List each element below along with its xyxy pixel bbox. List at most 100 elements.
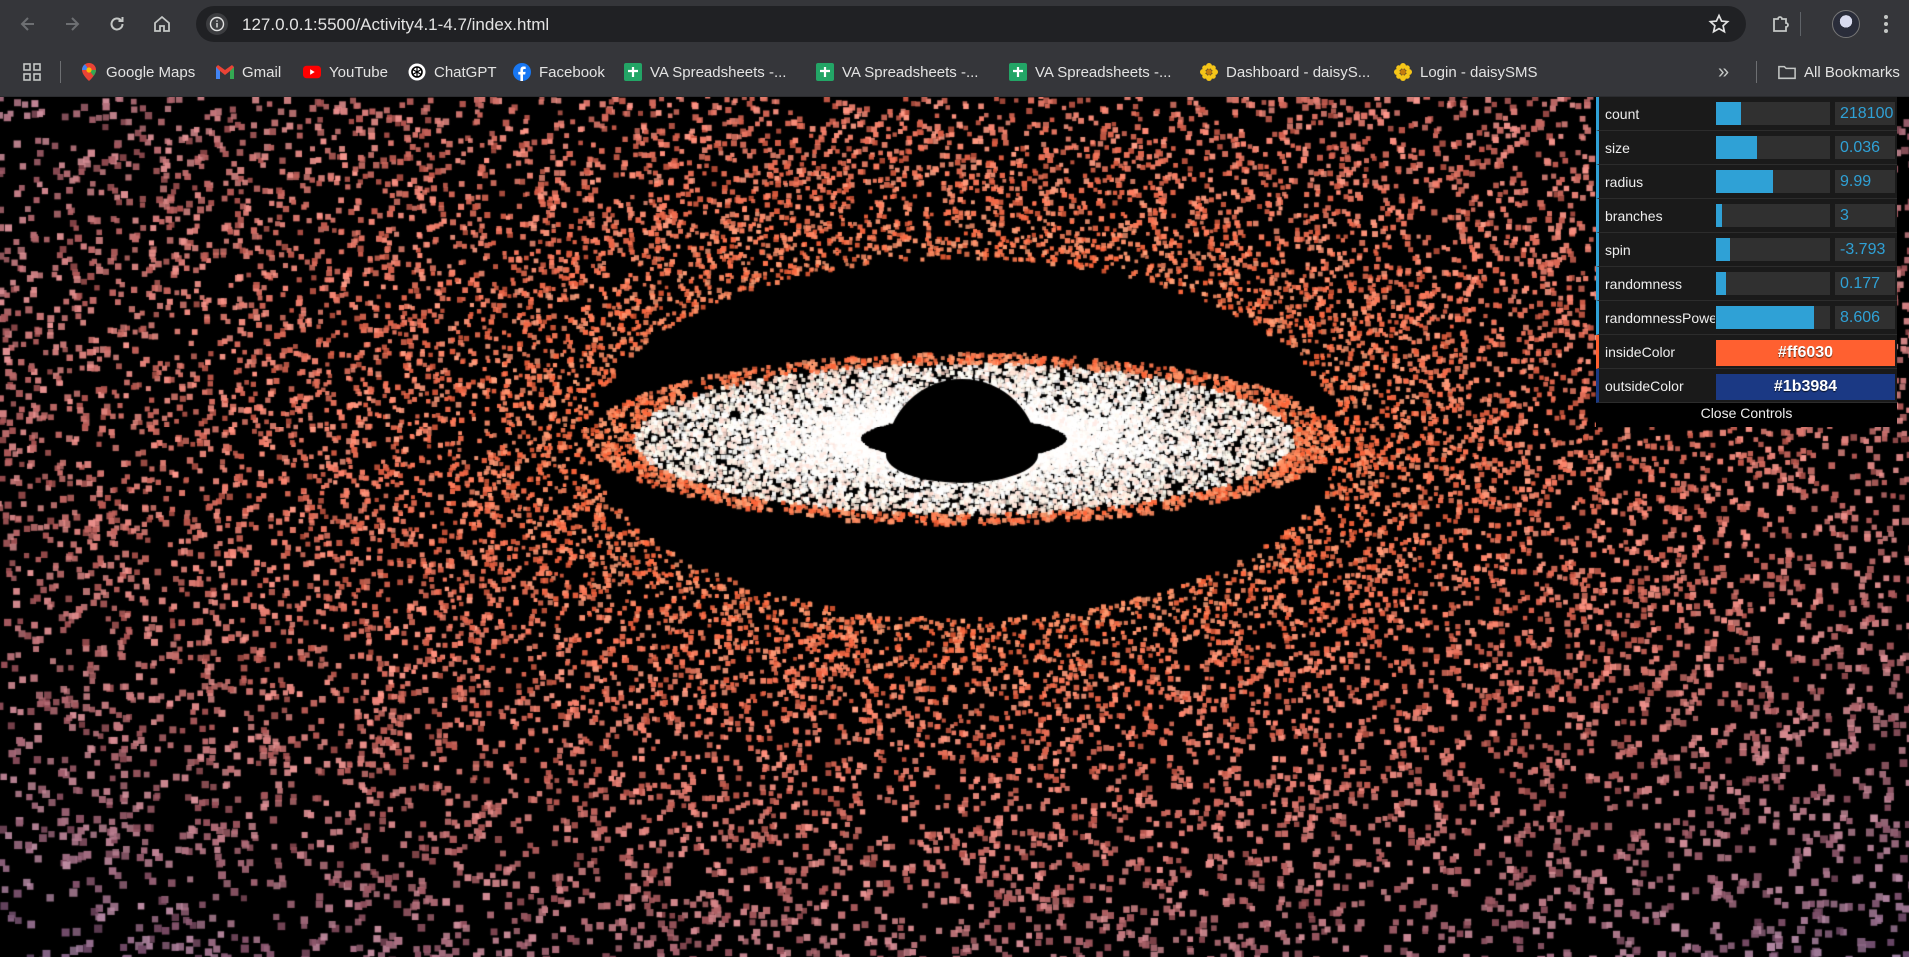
star-icon[interactable] — [1708, 13, 1730, 40]
bookmark-label: Login - daisySMS — [1420, 63, 1538, 81]
controls-panel: count 218100 size 0.036 radius 9.99 bran… — [1596, 97, 1897, 427]
google-maps-icon — [80, 63, 98, 81]
kebab-menu-icon — [1884, 15, 1888, 33]
home-button[interactable] — [148, 10, 176, 38]
profile-button[interactable] — [1832, 10, 1860, 38]
all-bookmarks-label: All Bookmarks — [1804, 63, 1900, 81]
chevron-double-right-icon: » — [1718, 60, 1730, 83]
control-label: spin — [1605, 242, 1631, 258]
bookmark-label: ChatGPT — [434, 63, 497, 81]
control-label: radius — [1605, 174, 1644, 190]
outside-color-picker[interactable]: #1b3984 — [1716, 374, 1895, 400]
bookmark-login-daisysms[interactable]: Login - daisySMS — [1394, 59, 1538, 85]
close-controls-button[interactable]: Close Controls — [1596, 403, 1897, 427]
randomness-input[interactable]: 0.177 — [1835, 272, 1895, 295]
url-text[interactable]: 127.0.0.1:5500/Activity4.1-4.7/index.htm… — [242, 15, 549, 35]
arrow-right-icon — [66, 17, 80, 31]
arrow-left-icon — [20, 17, 34, 31]
control-randomness[interactable]: randomness 0.177 — [1596, 267, 1897, 301]
control-spin[interactable]: spin -3.793 — [1596, 233, 1897, 267]
reload-button[interactable] — [103, 10, 131, 38]
branches-slider[interactable] — [1716, 204, 1830, 227]
bookmarks-divider — [60, 61, 61, 83]
bookmark-label: YouTube — [329, 63, 388, 81]
control-label: count — [1605, 106, 1640, 122]
daisy-icon — [1394, 63, 1412, 81]
bookmark-facebook[interactable]: Facebook — [513, 59, 605, 85]
gmail-icon — [216, 63, 234, 81]
slider-fill — [1716, 306, 1815, 329]
randomness-slider[interactable] — [1716, 272, 1830, 295]
bookmark-va-spreadsheets-1[interactable]: VA Spreadsheets -... — [624, 59, 786, 85]
control-branches[interactable]: branches 3 — [1596, 199, 1897, 233]
radius-input[interactable]: 9.99 — [1835, 170, 1895, 193]
control-label: insideColor — [1605, 344, 1676, 360]
info-icon[interactable] — [206, 13, 228, 35]
bookmark-dashboard-daisysms[interactable]: Dashboard - daisyS... — [1200, 59, 1370, 85]
bookmark-label: VA Spreadsheets -... — [842, 63, 979, 81]
toolbar-divider — [1800, 12, 1801, 36]
control-inside-color[interactable]: insideColor #ff6030 — [1596, 335, 1897, 369]
bookmark-label: Google Maps — [106, 63, 196, 81]
size-slider[interactable] — [1716, 136, 1830, 159]
home-icon — [154, 15, 170, 32]
daisy-icon — [1200, 63, 1218, 81]
bookmarks-overflow-button[interactable]: » — [1718, 59, 1729, 85]
count-slider[interactable] — [1716, 102, 1830, 125]
bookmark-va-spreadsheets-2[interactable]: VA Spreadsheets -... — [816, 59, 978, 85]
bookmark-google-maps[interactable]: Google Maps — [80, 59, 195, 85]
control-size[interactable]: size 0.036 — [1596, 131, 1897, 165]
bookmark-label: VA Spreadsheets -... — [1035, 63, 1172, 81]
puzzle-icon — [1773, 16, 1789, 32]
spin-slider[interactable] — [1716, 238, 1830, 261]
bookmarks-divider — [1756, 61, 1757, 83]
inside-color-picker[interactable]: #ff6030 — [1716, 340, 1895, 366]
control-radius[interactable]: radius 9.99 — [1596, 165, 1897, 199]
branches-input[interactable]: 3 — [1835, 204, 1895, 227]
reload-icon — [110, 17, 124, 31]
back-button[interactable] — [14, 10, 42, 38]
apps-grid-icon — [23, 63, 41, 81]
control-label: size — [1605, 140, 1630, 156]
control-label: branches — [1605, 208, 1663, 224]
spin-input[interactable]: -3.793 — [1835, 238, 1895, 261]
apps-button[interactable] — [22, 59, 42, 85]
avatar — [1832, 10, 1860, 38]
folder-icon — [1778, 63, 1796, 81]
randomness-power-slider[interactable] — [1716, 306, 1830, 329]
randomness-power-input[interactable]: 8.606 — [1835, 306, 1895, 329]
browser-toolbar: 127.0.0.1:5500/Activity4.1-4.7/index.htm… — [0, 0, 1909, 48]
sheets-icon — [816, 63, 834, 81]
control-label: randomness — [1605, 276, 1683, 292]
bookmark-va-spreadsheets-3[interactable]: VA Spreadsheets -... — [1009, 59, 1171, 85]
bookmark-gmail[interactable]: Gmail — [216, 59, 281, 85]
slider-fill — [1716, 238, 1730, 261]
bookmark-label: Gmail — [242, 63, 282, 81]
control-outside-color[interactable]: outsideColor #1b3984 — [1596, 369, 1897, 403]
chatgpt-icon — [408, 63, 426, 81]
sheets-icon — [1009, 63, 1027, 81]
bookmarks-bar: Google Maps Gmail YouTube ChatGPT Facebo… — [0, 48, 1909, 97]
forward-button[interactable] — [58, 10, 86, 38]
slider-fill — [1716, 136, 1758, 159]
facebook-icon — [513, 63, 531, 81]
count-input[interactable]: 218100 — [1835, 102, 1895, 125]
control-randomness-power[interactable]: randomnessPower 8.606 — [1596, 301, 1897, 335]
size-input[interactable]: 0.036 — [1835, 136, 1895, 159]
bookmark-chatgpt[interactable]: ChatGPT — [408, 59, 497, 85]
bookmark-youtube[interactable]: YouTube — [303, 59, 388, 85]
sheets-icon — [624, 63, 642, 81]
control-label: randomnessPower — [1605, 310, 1715, 326]
address-bar[interactable]: 127.0.0.1:5500/Activity4.1-4.7/index.htm… — [196, 6, 1746, 42]
bookmark-label: Facebook — [539, 63, 605, 81]
extensions-button[interactable] — [1767, 10, 1795, 38]
youtube-icon — [303, 63, 321, 81]
slider-fill — [1716, 102, 1742, 125]
radius-slider[interactable] — [1716, 170, 1830, 193]
slider-fill — [1716, 204, 1722, 227]
all-bookmarks-button[interactable]: All Bookmarks — [1778, 59, 1900, 85]
control-label: outsideColor — [1605, 378, 1684, 394]
browser-menu-button[interactable] — [1872, 10, 1900, 38]
control-count[interactable]: count 218100 — [1596, 97, 1897, 131]
slider-fill — [1716, 170, 1773, 193]
